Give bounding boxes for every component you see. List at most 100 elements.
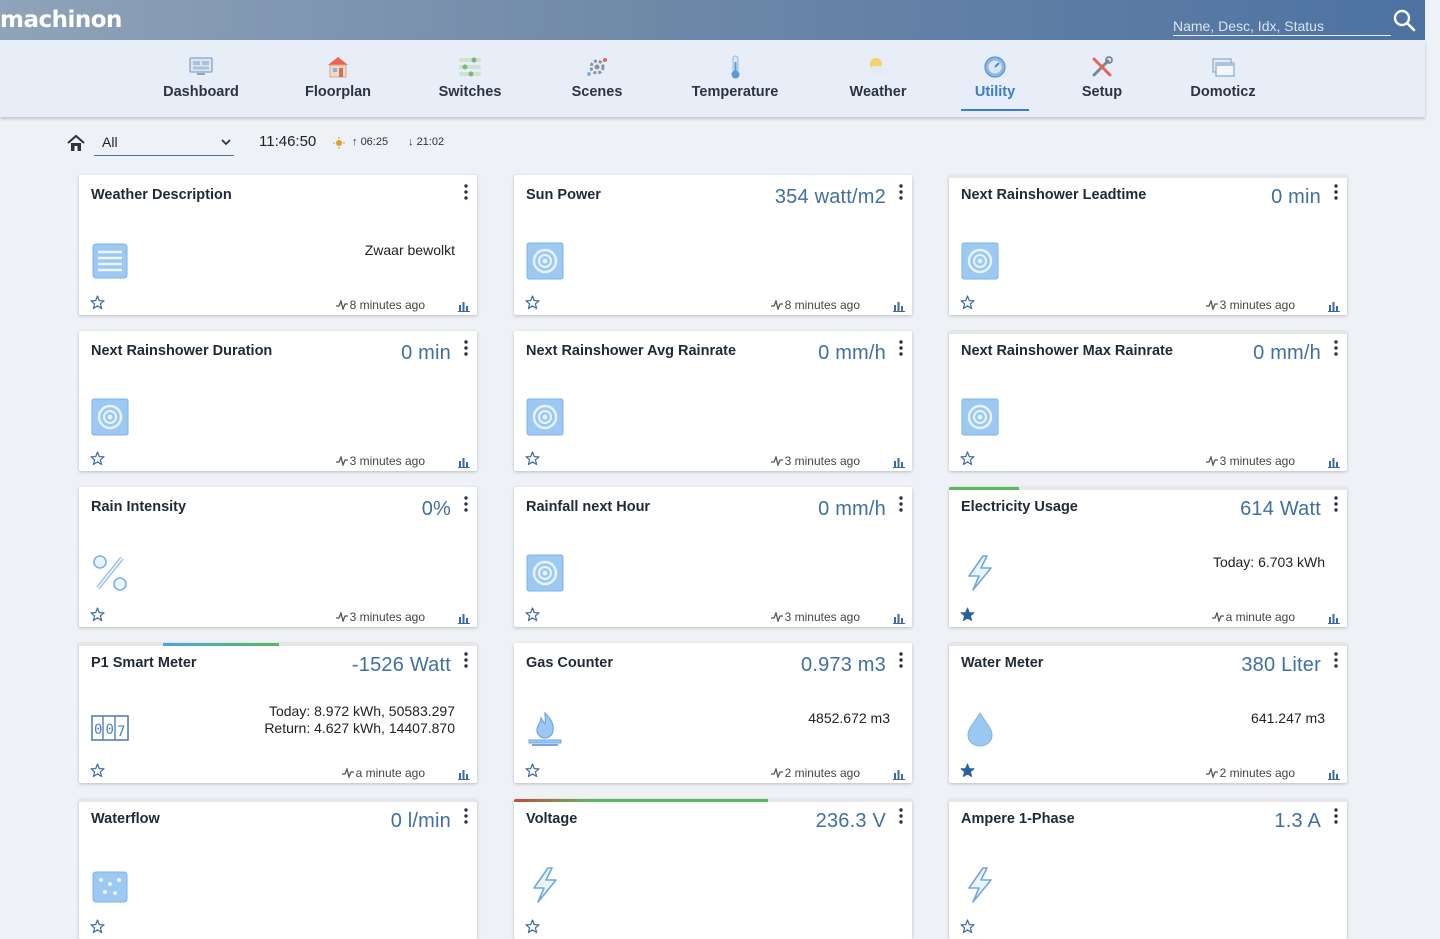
star-outline-icon[interactable] [525,451,540,466]
log-chart-icon[interactable] [458,299,470,312]
device-card[interactable]: Rain Intensity 0% 3 minutes ago [79,487,477,627]
counter-icon[interactable]: 007 [91,710,129,748]
device-card[interactable]: Ampere 1-Phase 1.3 A [949,799,1347,939]
device-card[interactable]: Sun Power 354 watt/m2 8 minutes ago [514,175,912,315]
device-card[interactable]: Next Rainshower Max Rainrate 0 mm/h 3 mi… [949,331,1347,471]
log-chart-icon[interactable] [1328,611,1340,624]
star-outline-icon[interactable] [960,919,975,934]
star-outline-icon[interactable] [525,295,540,310]
more-options-icon[interactable] [462,651,470,669]
card-value: 236.3 V [815,810,886,832]
device-card[interactable]: Water Meter 380 Liter 641.247 m3 2 minut… [949,643,1347,783]
device-card[interactable]: Next Rainshower Leadtime 0 min 3 minutes… [949,175,1347,315]
log-chart-icon[interactable] [458,611,470,624]
tab-dashboard[interactable]: Dashboard [161,54,241,114]
device-card[interactable]: Waterflow 0 l/min [79,799,477,939]
last-update: a minute ago [1211,610,1295,624]
device-card[interactable]: Gas Counter 0.973 m3 4852.672 m3 2 minut… [514,643,912,783]
custom-sensor-icon[interactable] [526,398,564,436]
tab-floorplan-label: Floorplan [304,84,372,100]
tab-floorplan[interactable]: Floorplan [303,54,373,114]
usage-indicator-bar [163,643,279,646]
more-options-icon[interactable] [1332,495,1340,513]
lightning-icon[interactable] [961,554,999,592]
card-value: 380 Liter [1241,654,1321,676]
more-options-icon[interactable] [1332,807,1340,825]
log-chart-icon[interactable] [458,455,470,468]
more-options-icon[interactable] [1332,339,1340,357]
tab-setup[interactable]: Setup [1076,54,1128,114]
card-top-strip [949,643,1347,646]
star-outline-icon[interactable] [90,919,105,934]
star-outline-icon[interactable] [90,451,105,466]
device-card[interactable]: Electricity Usage 614 Watt Today: 6.703 … [949,487,1347,627]
more-options-icon[interactable] [897,339,905,357]
custom-sensor-icon[interactable] [526,242,564,280]
device-card[interactable]: Rainfall next Hour 0 mm/h 3 minutes ago [514,487,912,627]
room-select[interactable]: All [94,131,234,156]
card-title: Voltage [526,811,578,827]
tab-utility[interactable]: Utility [963,54,1027,114]
lightning-icon[interactable] [961,866,999,904]
star-outline-icon[interactable] [960,451,975,466]
star-outline-icon[interactable] [90,295,105,310]
more-options-icon[interactable] [1332,183,1340,201]
last-update: 3 minutes ago [770,454,860,468]
gas-flame-icon[interactable] [526,710,564,748]
more-options-icon[interactable] [462,183,470,201]
tab-domoticz[interactable]: Domoticz [1185,54,1261,114]
more-options-icon[interactable] [1332,651,1340,669]
text-icon[interactable] [91,242,129,280]
waterflow-icon[interactable] [91,866,129,904]
device-card[interactable]: Next Rainshower Avg Rainrate 0 mm/h 3 mi… [514,331,912,471]
device-card[interactable]: P1 Smart Meter -1526 Watt 007 Today: 8.9… [79,643,477,783]
star-outline-icon[interactable] [525,607,540,622]
search-input[interactable] [1173,17,1391,36]
star-filled-icon[interactable] [960,607,975,622]
log-chart-icon[interactable] [893,455,905,468]
custom-sensor-icon[interactable] [526,554,564,592]
device-card[interactable]: Weather Description Zwaar bewolkt 8 minu… [79,175,477,315]
tab-temperature[interactable]: Temperature [686,54,784,114]
log-chart-icon[interactable] [893,611,905,624]
card-value: 1.3 A [1274,810,1321,832]
more-options-icon[interactable] [462,807,470,825]
activity-icon [770,298,783,312]
star-outline-icon[interactable] [90,607,105,622]
lightning-icon[interactable] [526,866,564,904]
last-update-text: 3 minutes ago [349,454,425,468]
log-chart-icon[interactable] [1328,767,1340,780]
more-options-icon[interactable] [897,651,905,669]
tab-weather[interactable]: Weather [845,54,911,114]
device-card[interactable]: Voltage 236.3 V [514,799,912,939]
log-chart-icon[interactable] [1328,299,1340,312]
custom-sensor-icon[interactable] [961,398,999,436]
percent-icon[interactable] [91,554,129,592]
custom-sensor-icon[interactable] [91,398,129,436]
star-outline-icon[interactable] [960,295,975,310]
log-chart-icon[interactable] [458,767,470,780]
water-drop-icon[interactable] [961,710,999,748]
star-outline-icon[interactable] [525,763,540,778]
star-filled-icon[interactable] [960,763,975,778]
room-select-value: All [102,134,118,150]
sunset-value: 21:02 [416,136,445,148]
more-options-icon[interactable] [462,495,470,513]
star-outline-icon[interactable] [525,919,540,934]
star-outline-icon[interactable] [90,763,105,778]
main-nav: Dashboard Floorplan Switches Scenes Temp… [0,40,1425,117]
log-chart-icon[interactable] [893,767,905,780]
more-options-icon[interactable] [897,183,905,201]
log-chart-icon[interactable] [893,299,905,312]
device-card[interactable]: Next Rainshower Duration 0 min 3 minutes… [79,331,477,471]
more-options-icon[interactable] [462,339,470,357]
log-chart-icon[interactable] [1328,455,1340,468]
tab-switches[interactable]: Switches [435,54,505,114]
tab-scenes[interactable]: Scenes [567,54,627,114]
tab-temperature-label: Temperature [691,84,779,100]
home-icon[interactable] [66,133,86,153]
custom-sensor-icon[interactable] [961,242,999,280]
more-options-icon[interactable] [897,495,905,513]
search-icon[interactable] [1392,8,1416,32]
more-options-icon[interactable] [897,807,905,825]
